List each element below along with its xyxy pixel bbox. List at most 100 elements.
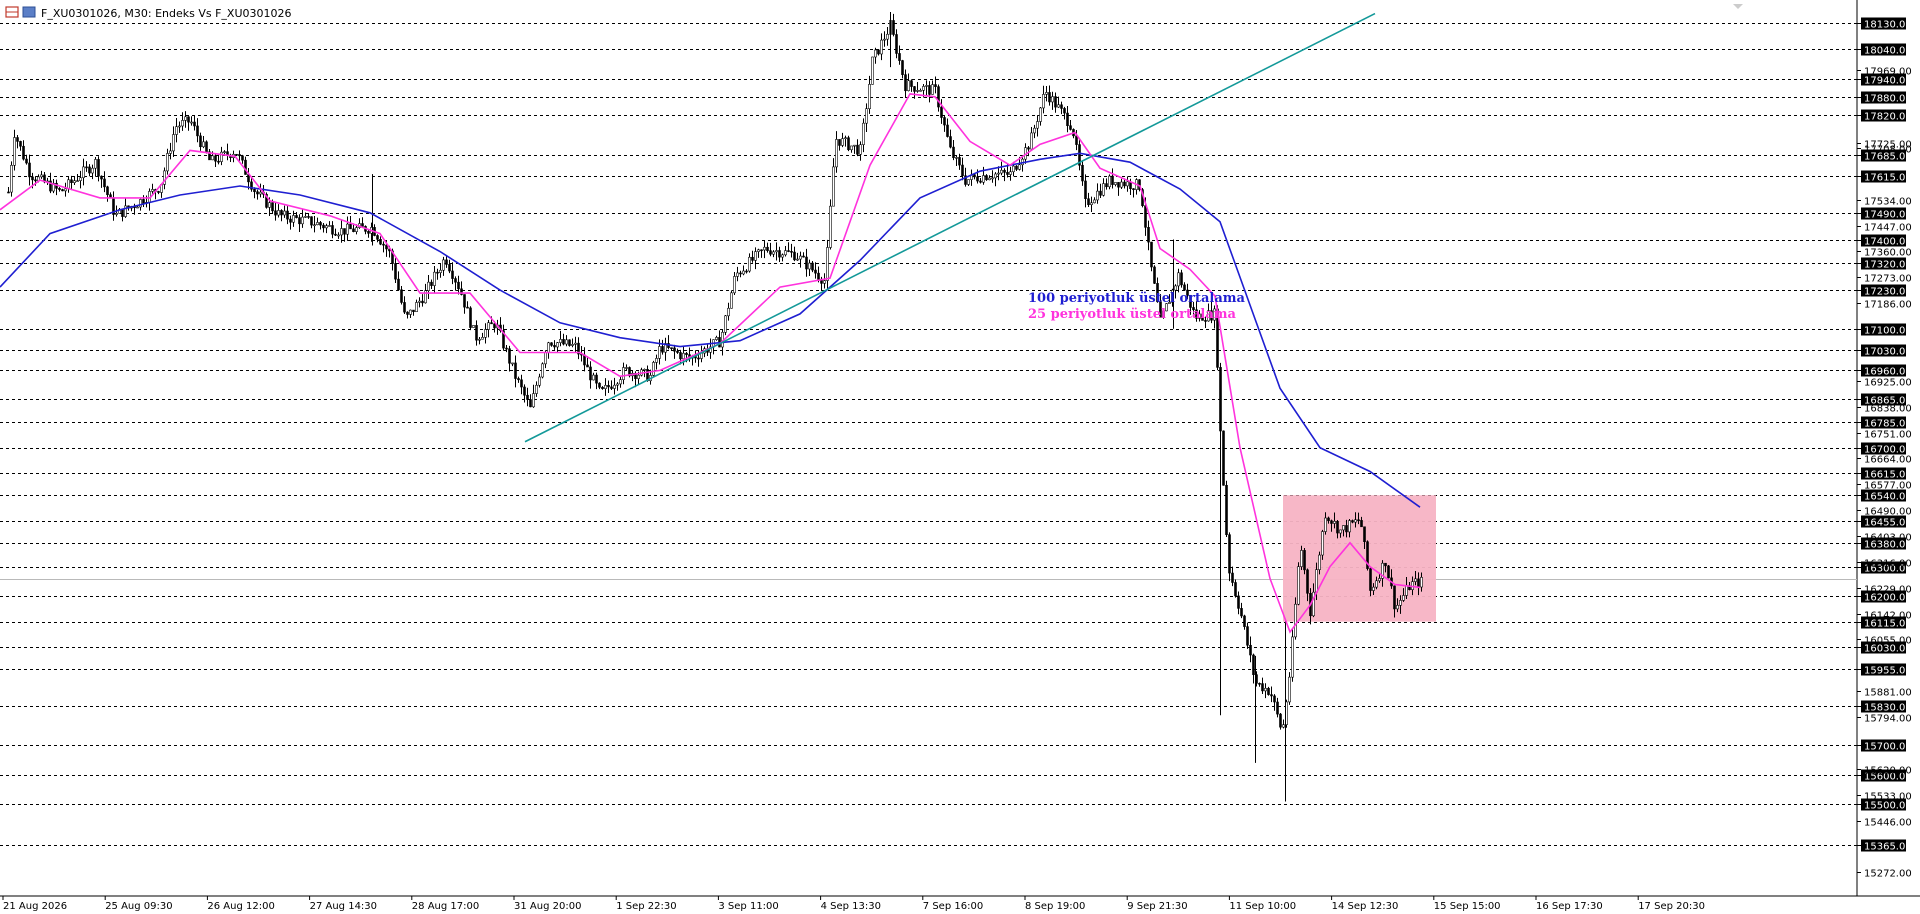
- candle-body: [1240, 608, 1243, 617]
- candle-body: [382, 243, 385, 246]
- candle-body: [877, 49, 880, 55]
- candle-body: [736, 272, 739, 277]
- candle-body: [484, 329, 487, 338]
- price-level-label: 17615.00: [1864, 173, 1912, 184]
- candle-body: [1327, 517, 1330, 522]
- candle-body: [316, 222, 319, 226]
- price-axis[interactable]: 18130.0018040.0017940.0017880.0017820.00…: [1857, 17, 1912, 880]
- candle-body: [565, 339, 568, 345]
- candle-body: [1318, 554, 1321, 570]
- candle-body: [844, 137, 847, 140]
- candle-body: [214, 155, 217, 162]
- candle-body: [895, 34, 898, 54]
- y-tick-label: 16664.00: [1864, 455, 1912, 466]
- candle-body: [1147, 227, 1150, 243]
- candle-body: [985, 175, 988, 181]
- candle-body: [841, 138, 844, 146]
- candle-body: [1237, 595, 1240, 609]
- y-tick-label: 16751.00: [1864, 430, 1912, 441]
- candle-body: [481, 337, 484, 340]
- candle-body: [394, 263, 397, 280]
- candle-body: [1054, 96, 1057, 108]
- candle-body: [466, 306, 469, 309]
- candle-body: [523, 386, 526, 396]
- candle-body: [1003, 169, 1006, 173]
- window-icon[interactable]: [22, 6, 36, 18]
- candle-body: [766, 246, 769, 251]
- candle-body: [193, 121, 196, 127]
- candle-body: [1039, 107, 1042, 122]
- candle-body: [187, 116, 190, 123]
- candle-body: [304, 216, 307, 218]
- candle-body: [886, 33, 889, 40]
- candle-body: [1057, 104, 1060, 108]
- candle-body: [1270, 694, 1273, 697]
- candle-body: [1144, 205, 1147, 228]
- candle-body: [1402, 595, 1405, 601]
- y-tick-label: 15272.00: [1864, 869, 1912, 880]
- ema100-annotation: 100 periyotluk üstel ortalama: [1028, 291, 1246, 306]
- candle-body: [340, 228, 343, 236]
- x-tick-label: 21 Aug 2026: [3, 901, 67, 912]
- candle-body: [1174, 285, 1177, 291]
- candle-body: [547, 342, 550, 353]
- y-tick-label: 17447.00: [1864, 223, 1912, 234]
- candle-body: [517, 378, 520, 381]
- price-level-label: 18130.00: [1864, 20, 1912, 31]
- candle-body: [928, 85, 931, 95]
- candle-body: [871, 56, 874, 85]
- candle-body: [829, 205, 832, 248]
- candle-body: [982, 175, 985, 183]
- candle-body: [1351, 520, 1354, 523]
- candle-body: [958, 157, 961, 166]
- candle-body: [1015, 165, 1018, 170]
- candle-body: [1345, 525, 1348, 533]
- candle-body: [1396, 605, 1399, 610]
- candle-body: [943, 117, 946, 126]
- candle-body: [535, 384, 538, 394]
- candle-body: [1372, 586, 1375, 591]
- candle-body: [64, 188, 67, 192]
- candle-body: [259, 191, 262, 195]
- candle-body: [1225, 484, 1228, 535]
- candle-body: [778, 250, 781, 258]
- candle-body: [295, 215, 298, 218]
- candle-body: [331, 225, 334, 235]
- candle-body: [1000, 169, 1003, 174]
- chart-title: F_XU0301026, M30: Endeks Vs F_XU0301026: [41, 7, 292, 20]
- candle-body: [853, 144, 856, 147]
- candle-body: [997, 172, 1000, 175]
- candle-body: [1300, 550, 1303, 567]
- candle-body: [901, 60, 904, 75]
- candle-body: [1153, 266, 1156, 284]
- x-tick-label: 15 Sep 15:00: [1434, 901, 1501, 912]
- price-chart[interactable]: 18130.0018040.0017940.0017880.0017820.00…: [0, 0, 1920, 914]
- candle-body: [730, 292, 733, 309]
- candle-body: [874, 49, 877, 58]
- candle-body: [808, 262, 811, 270]
- candle-body: [271, 202, 274, 212]
- candle-body: [598, 382, 601, 388]
- range-box-layer: [1283, 495, 1436, 622]
- candle-body: [1066, 112, 1069, 127]
- candle-body: [799, 255, 802, 260]
- candle-body: [787, 250, 790, 252]
- candle-body: [451, 270, 454, 279]
- candle-body: [166, 153, 169, 172]
- candle-body: [676, 350, 679, 353]
- x-tick-label: 8 Sep 19:00: [1025, 901, 1085, 912]
- candle-body: [814, 269, 817, 274]
- candle-body: [91, 167, 94, 174]
- candle-body: [751, 256, 754, 261]
- candle-body: [1357, 519, 1360, 522]
- candle-body: [1063, 108, 1066, 114]
- candle-body: [454, 278, 457, 283]
- candle-body: [352, 228, 355, 232]
- candle-body: [409, 309, 412, 315]
- candle-body: [586, 364, 589, 368]
- candle-body: [922, 86, 925, 91]
- candle-body: [475, 325, 478, 341]
- candle-body: [1261, 683, 1264, 692]
- candle-body: [1297, 566, 1300, 605]
- candle-body: [553, 345, 556, 348]
